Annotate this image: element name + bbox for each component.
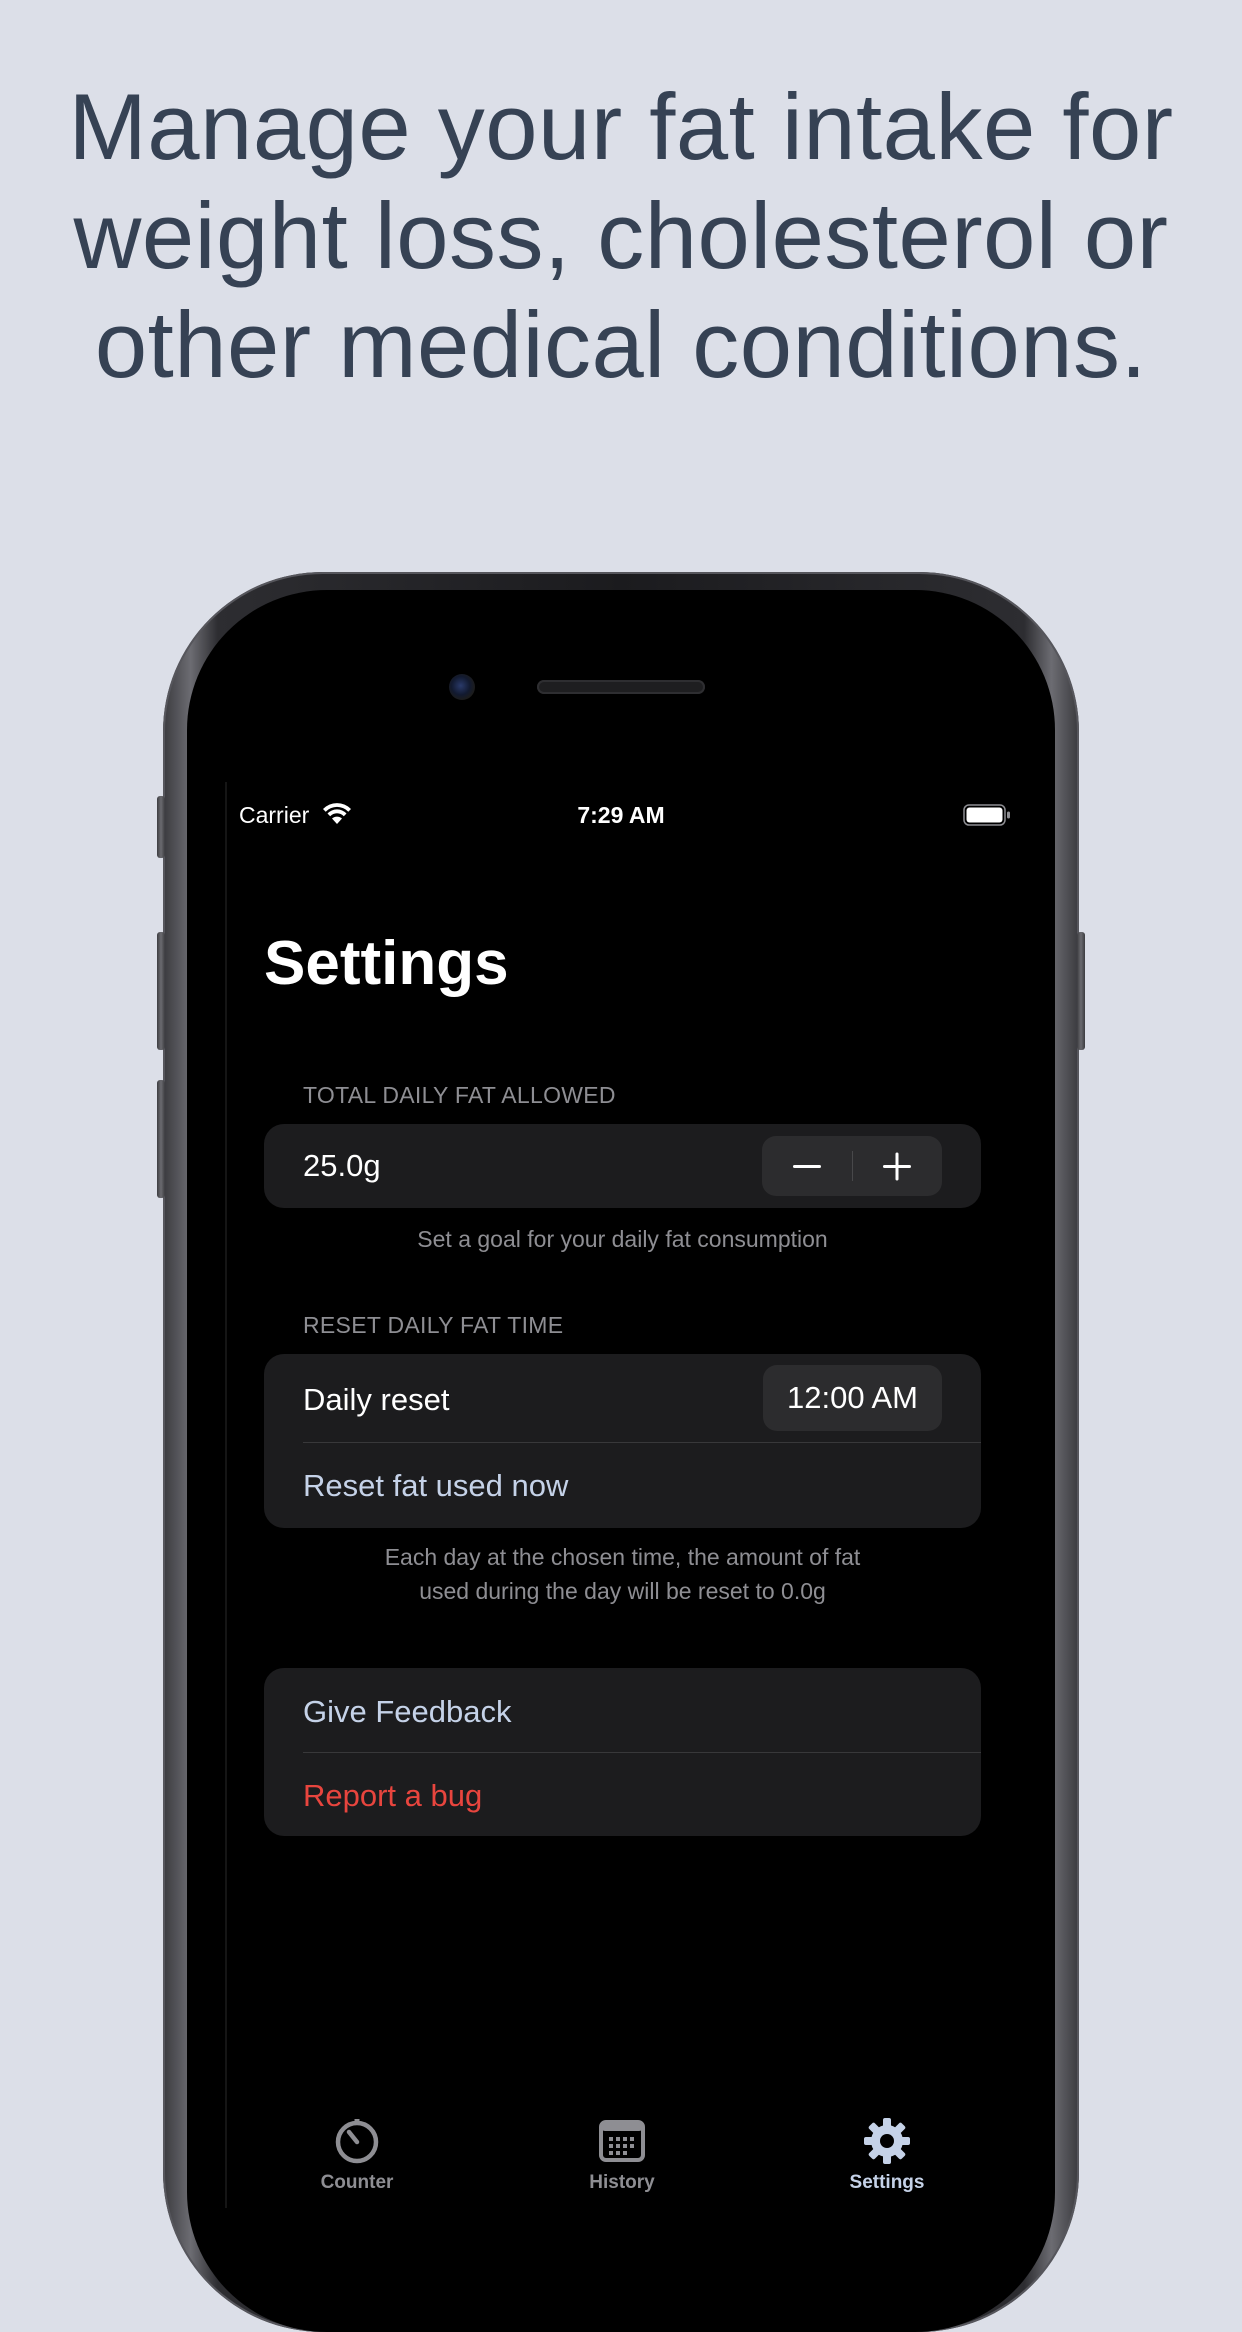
- reset-now-row[interactable]: Reset fat used now: [264, 1442, 981, 1528]
- tab-settings-label: Settings: [849, 2172, 925, 2193]
- tab-history[interactable]: History: [522, 2116, 722, 2208]
- earpiece-speaker: [537, 680, 705, 694]
- volume-up-button: [157, 932, 165, 1050]
- reset-now-button[interactable]: Reset fat used now: [303, 1468, 568, 1504]
- stopwatch-icon: [335, 2119, 379, 2164]
- fat-allowed-footnote: Set a goal for your daily fat consumptio…: [417, 1226, 828, 1252]
- headline-line-2: weight loss, cholesterol or: [73, 183, 1169, 288]
- reset-time-footnote: Each day at the chosen time, the amount …: [264, 1540, 981, 1608]
- report-bug-row[interactable]: Report a bug: [264, 1752, 981, 1836]
- tab-counter-label: Counter: [320, 2172, 394, 2193]
- page-title: Settings: [264, 929, 509, 998]
- calendar-icon: [599, 2120, 645, 2162]
- headline-line-1: Manage your fat intake for: [68, 74, 1174, 179]
- marketing-headline: Manage your fat intake for weight loss, …: [0, 72, 1242, 399]
- report-bug-button[interactable]: Report a bug: [303, 1778, 482, 1814]
- daily-reset-row: Daily reset 12:00 AM: [264, 1354, 981, 1442]
- fat-allowed-value: 25.0g: [303, 1148, 381, 1183]
- reset-footnote-line-1: Each day at the chosen time, the amount …: [384, 1544, 861, 1570]
- screen-edge: [225, 782, 227, 2208]
- gear-icon: [864, 2118, 910, 2164]
- fat-allowed-header: TOTAL DAILY FAT ALLOWED: [303, 1082, 616, 1108]
- reset-time-group: Daily reset 12:00 AM Reset fat used now: [264, 1354, 981, 1528]
- status-bar: Carrier 7:29 AM: [225, 782, 1017, 848]
- feedback-row[interactable]: Give Feedback: [264, 1668, 981, 1752]
- tab-bar: Counter History Settings: [225, 2116, 1017, 2208]
- battery-icon: [963, 804, 1010, 826]
- give-feedback-button[interactable]: Give Feedback: [303, 1694, 512, 1730]
- volume-down-button: [157, 1080, 165, 1198]
- increment-button[interactable]: [852, 1136, 942, 1196]
- tab-history-label: History: [589, 2172, 655, 2193]
- power-button: [1077, 932, 1085, 1050]
- decrement-button[interactable]: [762, 1136, 852, 1196]
- fat-allowed-stepper[interactable]: [762, 1136, 942, 1196]
- mute-switch: [157, 796, 165, 858]
- front-camera: [449, 674, 475, 700]
- daily-reset-time-picker[interactable]: 12:00 AM: [763, 1365, 942, 1431]
- support-group: Give Feedback Report a bug: [264, 1668, 981, 1836]
- app-screen: Carrier 7:29 AM Settings TOTAL DAILY FAT…: [225, 782, 1017, 2208]
- status-time: 7:29 AM: [577, 802, 665, 828]
- tab-settings[interactable]: Settings: [787, 2116, 987, 2208]
- headline-line-3: other medical conditions.: [94, 292, 1148, 397]
- tab-counter[interactable]: Counter: [257, 2116, 457, 2208]
- fat-allowed-group: 25.0g: [264, 1124, 981, 1208]
- reset-footnote-line-2: used during the day will be reset to 0.0…: [419, 1578, 826, 1604]
- reset-time-header: RESET DAILY FAT TIME: [303, 1312, 564, 1338]
- daily-reset-label: Daily reset: [303, 1382, 450, 1417]
